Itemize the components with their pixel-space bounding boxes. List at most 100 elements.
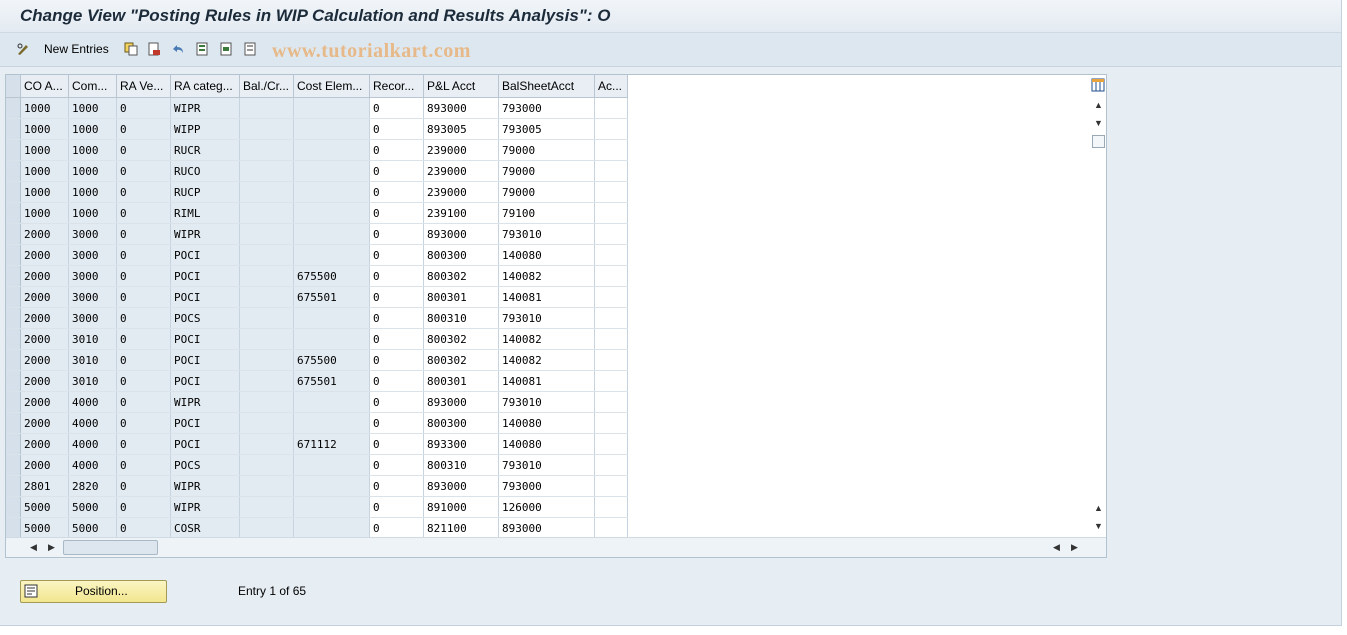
select-all-button[interactable] xyxy=(195,41,209,57)
select-all-column-header[interactable] xyxy=(6,75,21,98)
undo-button[interactable] xyxy=(171,41,185,57)
table-row[interactable]: 2000 3010 0 POCI 675500 0 800302 140082 xyxy=(6,349,628,371)
table-row[interactable]: 2000 4000 0 POCS 0 800310 793010 xyxy=(6,454,628,476)
table-row[interactable]: 1000 1000 0 RUCO 0 239000 79000 xyxy=(6,160,628,182)
table-cell[interactable]: 793010 xyxy=(498,391,595,413)
table-cell[interactable]: 800300 xyxy=(423,244,499,266)
table-cell[interactable] xyxy=(594,433,628,455)
row-selector[interactable] xyxy=(6,118,21,140)
table-cell[interactable]: 800300 xyxy=(423,412,499,434)
edit-toggle-button[interactable] xyxy=(16,41,30,57)
column-header-pl-acct[interactable]: P&L Acct xyxy=(423,75,499,98)
table-cell[interactable]: 800302 xyxy=(423,328,499,350)
scroll-right-icon[interactable]: ▶ xyxy=(48,542,55,553)
column-header-ra-category[interactable]: RA categ... xyxy=(170,75,240,98)
table-cell[interactable] xyxy=(594,265,628,287)
table-cell[interactable] xyxy=(594,454,628,476)
table-cell[interactable]: 0 xyxy=(369,454,424,476)
row-selector[interactable] xyxy=(6,475,21,497)
table-row[interactable]: 5000 5000 0 COSR 0 821100 893000 xyxy=(6,517,628,539)
table-cell[interactable]: 891000 xyxy=(423,496,499,518)
table-cell[interactable]: 0 xyxy=(369,286,424,308)
table-row[interactable]: 1000 1000 0 RUCR 0 239000 79000 xyxy=(6,139,628,161)
table-cell[interactable]: 0 xyxy=(369,118,424,140)
table-row[interactable]: 2000 3000 0 WIPR 0 893000 793010 xyxy=(6,223,628,245)
scroll-page-up-icon[interactable]: ▲ xyxy=(1094,503,1103,513)
row-selector[interactable] xyxy=(6,223,21,245)
table-cell[interactable]: 0 xyxy=(369,160,424,182)
table-cell[interactable]: 239100 xyxy=(423,202,499,224)
table-cell[interactable] xyxy=(594,370,628,392)
table-row[interactable]: 2000 3010 0 POCI 675501 0 800301 140081 xyxy=(6,370,628,392)
table-row[interactable]: 1000 1000 0 WIPP 0 893005 793005 xyxy=(6,118,628,140)
table-cell[interactable]: 893300 xyxy=(423,433,499,455)
row-selector[interactable] xyxy=(6,307,21,329)
table-row[interactable]: 2000 3000 0 POCI 0 800300 140080 xyxy=(6,244,628,266)
row-selector[interactable] xyxy=(6,139,21,161)
row-selector[interactable] xyxy=(6,454,21,476)
table-cell[interactable]: 0 xyxy=(369,370,424,392)
row-selector[interactable] xyxy=(6,328,21,350)
table-cell[interactable]: 800301 xyxy=(423,286,499,308)
table-row[interactable]: 2000 3000 0 POCS 0 800310 793010 xyxy=(6,307,628,329)
vertical-scroll-thumb[interactable] xyxy=(1092,135,1105,148)
copy-button[interactable] xyxy=(124,41,138,57)
row-selector[interactable] xyxy=(6,160,21,182)
vertical-scrollbar[interactable]: ▲ ▼ ▲ ▼ xyxy=(1089,75,1106,537)
table-cell[interactable]: 0 xyxy=(369,433,424,455)
table-cell[interactable] xyxy=(594,517,628,539)
row-selector[interactable] xyxy=(6,286,21,308)
table-cell[interactable]: 793005 xyxy=(498,118,595,140)
row-selector[interactable] xyxy=(6,349,21,371)
delete-button[interactable] xyxy=(147,41,161,57)
scroll-page-down-icon[interactable]: ▼ xyxy=(1094,521,1103,531)
table-cell[interactable]: 239000 xyxy=(423,160,499,182)
table-cell[interactable]: 0 xyxy=(369,349,424,371)
table-cell[interactable]: 79000 xyxy=(498,181,595,203)
table-cell[interactable]: 126000 xyxy=(498,496,595,518)
table-cell[interactable]: 800301 xyxy=(423,370,499,392)
row-selector[interactable] xyxy=(6,244,21,266)
table-cell[interactable]: 793010 xyxy=(498,307,595,329)
table-cell[interactable]: 893000 xyxy=(498,517,595,539)
table-cell[interactable] xyxy=(594,118,628,140)
position-button[interactable]: Position... xyxy=(20,580,167,603)
table-cell[interactable]: 0 xyxy=(369,181,424,203)
column-header-bal-create[interactable]: Bal./Cr... xyxy=(239,75,294,98)
column-header-balsheet-acct[interactable]: BalSheetAcct xyxy=(498,75,595,98)
scroll-left-icon[interactable]: ◀ xyxy=(30,542,37,553)
table-row[interactable]: 1000 1000 0 WIPR 0 893000 793000 xyxy=(6,97,628,119)
row-selector[interactable] xyxy=(6,496,21,518)
row-selector[interactable] xyxy=(6,265,21,287)
table-cell[interactable]: 0 xyxy=(369,328,424,350)
table-cell[interactable]: 800310 xyxy=(423,307,499,329)
table-cell[interactable] xyxy=(594,202,628,224)
table-cell[interactable] xyxy=(594,160,628,182)
row-selector[interactable] xyxy=(6,517,21,539)
table-cell[interactable]: 793010 xyxy=(498,454,595,476)
table-cell[interactable] xyxy=(594,223,628,245)
table-cell[interactable]: 821100 xyxy=(423,517,499,539)
table-cell[interactable] xyxy=(594,349,628,371)
table-row[interactable]: 1000 1000 0 RUCP 0 239000 79000 xyxy=(6,181,628,203)
table-cell[interactable]: 0 xyxy=(369,139,424,161)
table-cell[interactable]: 79100 xyxy=(498,202,595,224)
table-cell[interactable]: 0 xyxy=(369,265,424,287)
scroll-far-left-icon[interactable]: ◀ xyxy=(1053,542,1060,553)
table-row[interactable]: 2801 2820 0 WIPR 0 893000 793000 xyxy=(6,475,628,497)
table-cell[interactable] xyxy=(594,244,628,266)
table-cell[interactable]: 140081 xyxy=(498,370,595,392)
table-cell[interactable]: 893000 xyxy=(423,391,499,413)
row-selector[interactable] xyxy=(6,370,21,392)
table-cell[interactable]: 79000 xyxy=(498,160,595,182)
row-selector[interactable] xyxy=(6,202,21,224)
table-cell[interactable]: 793000 xyxy=(498,475,595,497)
column-header-cost-element[interactable]: Cost Elem... xyxy=(293,75,370,98)
row-selector[interactable] xyxy=(6,181,21,203)
column-header-company-code[interactable]: Com... xyxy=(68,75,117,98)
new-entries-button[interactable]: New Entries xyxy=(44,41,109,57)
table-row[interactable]: 2000 3000 0 POCI 675501 0 800301 140081 xyxy=(6,286,628,308)
table-cell[interactable]: 140082 xyxy=(498,265,595,287)
column-header-co-area[interactable]: CO A... xyxy=(20,75,69,98)
column-header-record-number[interactable]: Recor... xyxy=(369,75,424,98)
